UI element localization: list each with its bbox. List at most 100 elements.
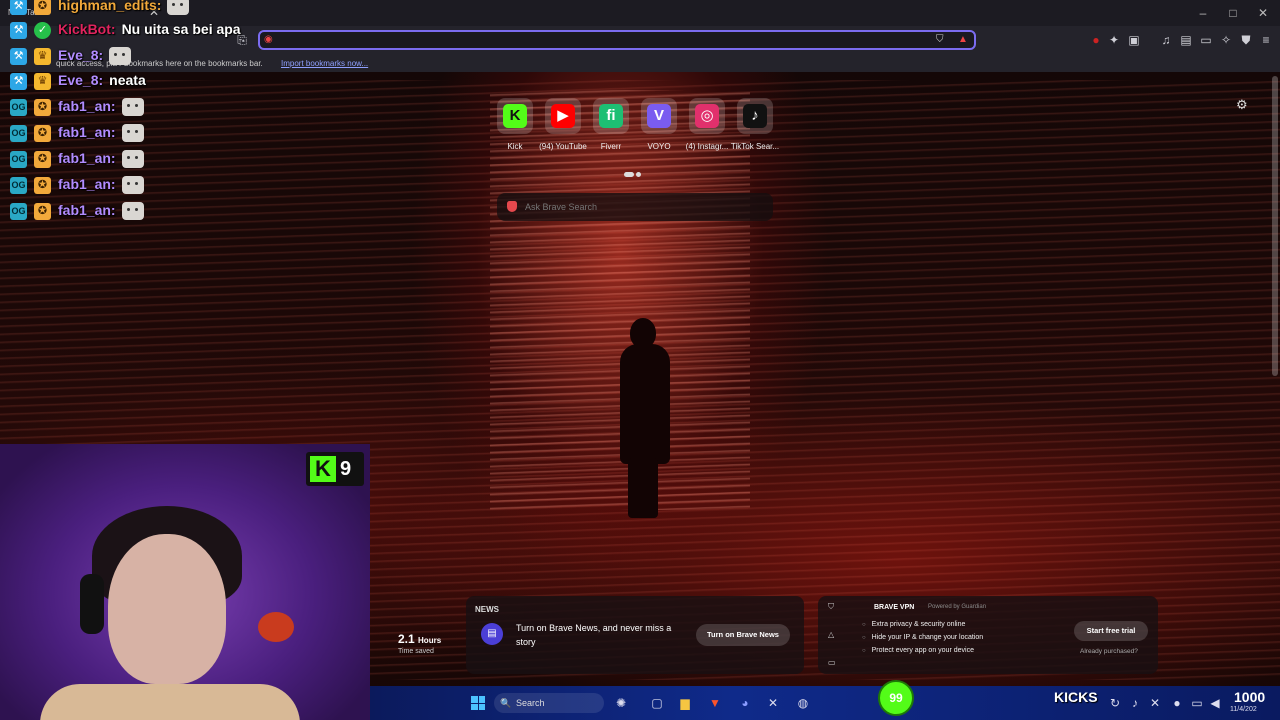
chat-username[interactable]: fab1_an: bbox=[58, 150, 116, 166]
top-site-tile[interactable]: ◎ (4) Instagr... bbox=[685, 98, 729, 151]
warning-icon[interactable]: △ bbox=[828, 630, 838, 658]
brave-shields-icon[interactable]: ⛉ bbox=[936, 34, 944, 45]
menu-icon[interactable]: ≡ bbox=[1258, 32, 1274, 48]
brave-rewards-icon[interactable]: ▲ bbox=[958, 34, 968, 45]
minimize-button[interactable]: – bbox=[1188, 4, 1218, 22]
chat-username[interactable]: Eve_8: bbox=[58, 72, 103, 88]
chat-username[interactable]: KickBot: bbox=[58, 21, 116, 37]
screen-icon[interactable]: ▭ bbox=[828, 658, 838, 686]
top-site-icon-tile[interactable]: K bbox=[497, 98, 533, 134]
cat-emote-icon bbox=[121, 98, 144, 116]
top-site-icon-tile[interactable]: ▶ bbox=[545, 98, 581, 134]
streamer-face bbox=[108, 534, 226, 684]
search-input[interactable] bbox=[525, 199, 755, 215]
already-purchased-link[interactable]: Already purchased? bbox=[1080, 648, 1138, 655]
widgets-icon[interactable]: ✺ bbox=[612, 694, 630, 712]
start-free-trial-button[interactable]: Start free trial bbox=[1074, 621, 1148, 641]
turn-on-news-button[interactable]: Turn on Brave News bbox=[696, 624, 790, 646]
brave-browser-icon[interactable]: ▼ bbox=[706, 694, 724, 712]
brave-search-box[interactable] bbox=[497, 193, 773, 221]
kick-follower-counter: K 9 bbox=[306, 452, 364, 486]
notifications-off-icon[interactable]: ✕ bbox=[1146, 694, 1164, 712]
chat-message: ⚒ ♛ Eve_8: neata bbox=[10, 70, 260, 92]
chat-username[interactable]: fab1_an: bbox=[58, 176, 116, 192]
instagram-icon: ◎ bbox=[695, 104, 719, 128]
chat-username[interactable]: fab1_an: bbox=[58, 98, 116, 114]
microphone-icon[interactable]: ● bbox=[1168, 694, 1186, 712]
top-site-label: TikTok Sear... bbox=[730, 142, 780, 151]
top-site-icon-tile[interactable]: fi bbox=[593, 98, 629, 134]
sub-icon: ✪ bbox=[34, 203, 51, 220]
vpn-icon[interactable]: ⛊ bbox=[1238, 32, 1254, 48]
og-icon: OG bbox=[10, 125, 27, 142]
task-view-icon[interactable]: ▢ bbox=[648, 694, 666, 712]
time-saved-value: 2.1 bbox=[398, 632, 415, 646]
sync-icon[interactable]: ↻ bbox=[1106, 694, 1124, 712]
record-icon[interactable]: ● bbox=[1088, 32, 1104, 48]
top-site-tile[interactable]: V VOYO bbox=[637, 98, 681, 151]
page-scrollbar[interactable] bbox=[1272, 76, 1278, 376]
chat-username[interactable]: highman_edits: bbox=[58, 0, 161, 13]
maximize-button[interactable]: □ bbox=[1218, 4, 1248, 22]
top-site-icon-tile[interactable]: ◎ bbox=[689, 98, 725, 134]
mod-icon: ⚒ bbox=[10, 73, 27, 90]
sidebar-icon[interactable]: ▤ bbox=[1178, 32, 1194, 48]
top-site-tile[interactable]: K Kick bbox=[493, 98, 537, 151]
top-site-icon-tile[interactable]: ♪ bbox=[737, 98, 773, 134]
chat-message: OG ✪ fab1_an: bbox=[10, 96, 260, 118]
file-explorer-icon[interactable]: ▆ bbox=[676, 694, 694, 712]
vpn-title: BRAVE VPN bbox=[874, 604, 915, 611]
import-bookmarks-link[interactable]: Import bookmarks now... bbox=[281, 59, 368, 68]
display-icon[interactable]: ▭ bbox=[1188, 694, 1206, 712]
chat-message: ⚒ ✪ highman_edits: bbox=[10, 0, 260, 17]
top-site-tile[interactable]: ▶ (94) YouTube bbox=[539, 98, 587, 151]
address-input[interactable] bbox=[280, 32, 920, 48]
chat-message: OG ✪ fab1_an: bbox=[10, 174, 260, 196]
vpn-feature: Hide your IP & change your location bbox=[862, 634, 984, 641]
chat-message: OG ✪ fab1_an: bbox=[10, 148, 260, 170]
gear-icon[interactable]: ⚙ bbox=[1236, 97, 1248, 113]
sub-icon: ✪ bbox=[34, 125, 51, 142]
taskbar-search[interactable]: Search bbox=[494, 693, 604, 713]
chat-message: ⚒ ♛ Eve_8: bbox=[10, 45, 260, 67]
close-window-button[interactable]: ✕ bbox=[1248, 4, 1278, 22]
discord-icon[interactable]: ◕ bbox=[736, 694, 754, 712]
top-sites-pagination[interactable] bbox=[624, 164, 648, 177]
speaker-icon[interactable]: ◀ bbox=[1206, 694, 1224, 712]
sub-icon: ✪ bbox=[34, 0, 51, 15]
time-saved-label: Time saved bbox=[398, 648, 434, 655]
chat-username[interactable]: fab1_an: bbox=[58, 202, 116, 218]
media-icon[interactable]: ♫ bbox=[1158, 32, 1174, 48]
volume-icon[interactable]: ♪ bbox=[1126, 694, 1144, 712]
crown-icon: ♛ bbox=[34, 48, 51, 65]
kick-icon: K bbox=[503, 104, 527, 128]
extensions-icon[interactable]: ✦ bbox=[1106, 32, 1122, 48]
taskbar-date[interactable]: 11/4/202 bbox=[1230, 706, 1257, 713]
mod-icon: ⚒ bbox=[10, 22, 27, 39]
wallet-icon[interactable]: ▭ bbox=[1198, 32, 1214, 48]
fiverr-icon: fi bbox=[599, 104, 623, 128]
screenshot-icon[interactable]: ▣ bbox=[1126, 32, 1142, 48]
vpn-powered-by: Powered by Guardian bbox=[928, 604, 987, 610]
news-card: NEWS ▤ Turn on Brave News, and never mis… bbox=[466, 596, 804, 674]
chat-message: ⚒ ✓ KickBot: Nu uita sa bei apa bbox=[10, 19, 260, 41]
chat-username[interactable]: Eve_8: bbox=[58, 47, 103, 63]
mod-icon: ⚒ bbox=[10, 48, 27, 65]
address-bar[interactable]: ◉ ⛉ ▲ bbox=[258, 30, 976, 50]
chat-username[interactable]: fab1_an: bbox=[58, 124, 116, 140]
news-header: NEWS bbox=[475, 605, 499, 614]
kicks-badge: 99 bbox=[878, 680, 914, 716]
tiktok-icon: ♪ bbox=[743, 104, 767, 128]
verified-icon: ✓ bbox=[34, 22, 51, 39]
sub-icon: ✪ bbox=[34, 99, 51, 116]
vpn-shield-icon[interactable]: ⛉ bbox=[828, 602, 838, 630]
windows-start-icon[interactable] bbox=[471, 696, 485, 710]
youtube-icon: ▶ bbox=[551, 104, 575, 128]
app-icon[interactable]: ✕ bbox=[764, 694, 782, 712]
obs-icon[interactable]: ◍ bbox=[794, 694, 812, 712]
leo-ai-icon[interactable]: ✧ bbox=[1218, 32, 1234, 48]
top-site-tile[interactable]: fi Fiverr bbox=[589, 98, 633, 151]
top-site-tile[interactable]: ♪ TikTok Sear... bbox=[731, 98, 779, 151]
top-site-icon-tile[interactable]: V bbox=[641, 98, 677, 134]
og-icon: OG bbox=[10, 203, 27, 220]
